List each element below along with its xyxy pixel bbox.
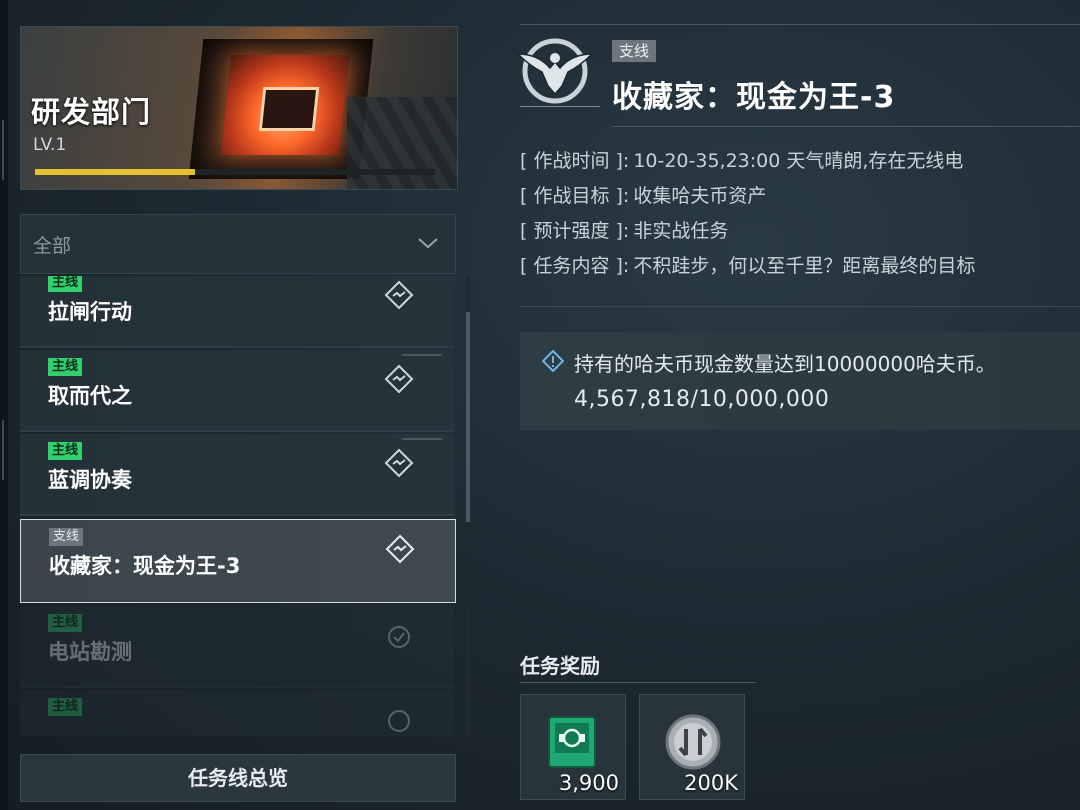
silver-coin-icon bbox=[665, 714, 721, 770]
filter-selected-value: 全部 bbox=[33, 235, 72, 257]
reward-item-1[interactable]: 3,900 bbox=[520, 694, 626, 800]
mission-tag: 主线 bbox=[48, 442, 83, 460]
objective-text: 持有的哈夫币现金数量达到10000000哈夫币。 bbox=[574, 352, 996, 376]
mission-filter-dropdown[interactable]: 全部 bbox=[20, 214, 456, 274]
info-value: 不积跬步，何以至千里？距离最终的目标 bbox=[633, 255, 976, 277]
mission-tag: 主线 bbox=[48, 358, 83, 376]
info-row-intensity: [ 预计强度 ]: 非实战任务 bbox=[520, 216, 1080, 251]
divider bbox=[520, 24, 1080, 25]
department-level-bar-fill bbox=[35, 169, 195, 175]
mission-name: 取而代之 bbox=[48, 384, 132, 408]
edge-tick bbox=[2, 420, 4, 480]
info-row-target: [ 作战目标 ]: 收集哈夫币资产 bbox=[520, 181, 1080, 216]
mission-diamond-icon bbox=[384, 364, 414, 394]
department-image-core bbox=[258, 87, 320, 131]
info-key: [ 预计强度 ]: bbox=[520, 220, 630, 242]
mission-line-overview-button[interactable]: 任务线总览 bbox=[20, 754, 456, 802]
department-card[interactable]: 研发部门 LV.1 bbox=[20, 26, 458, 190]
mission-diamond-icon bbox=[384, 280, 414, 310]
department-image-pattern bbox=[347, 97, 457, 189]
mission-objective: 持有的哈夫币现金数量达到10000000哈夫币。 4,567,818/10,00… bbox=[520, 332, 1080, 430]
divider bbox=[520, 306, 1080, 307]
info-row-content: [ 任务内容 ]: 不积跬步，何以至千里？距离最终的目标 bbox=[520, 251, 1080, 286]
corner-line bbox=[402, 438, 442, 440]
eagle-emblem-icon bbox=[516, 38, 594, 104]
corner-line bbox=[402, 354, 442, 356]
scrollbar-thumb[interactable] bbox=[466, 312, 470, 522]
info-value: 收集哈夫币资产 bbox=[633, 185, 767, 207]
mission-item-5[interactable]: 主线 电站勘测 bbox=[20, 606, 454, 688]
detail-mission-title: 收藏家：现金为王-3 bbox=[612, 80, 896, 115]
mission-tag: 主线 bbox=[48, 614, 83, 632]
department-level-bar bbox=[35, 169, 435, 175]
info-key: [ 作战目标 ]: bbox=[520, 185, 630, 207]
info-value: 非实战任务 bbox=[633, 220, 729, 242]
reward-item-2[interactable]: 200K bbox=[639, 694, 745, 800]
info-value: 10-20-35,23:00 天气晴朗,存在无线电 bbox=[633, 150, 964, 172]
info-key: [ 任务内容 ]: bbox=[520, 255, 630, 277]
green-chip-icon bbox=[548, 716, 596, 768]
mission-item-2[interactable]: 主线 取而代之 bbox=[20, 350, 454, 432]
mission-name: 电站勘测 bbox=[48, 640, 132, 664]
info-key: [ 作战时间 ]: bbox=[520, 150, 630, 172]
completed-check-icon bbox=[388, 626, 410, 648]
mission-tag: 支线 bbox=[49, 528, 84, 546]
divider bbox=[612, 126, 1080, 127]
reward-title: 任务奖励 bbox=[520, 654, 600, 678]
divider bbox=[520, 682, 756, 683]
edge-tick bbox=[2, 120, 4, 180]
completed-check-icon bbox=[388, 710, 410, 732]
divider bbox=[520, 106, 600, 107]
reward-amount: 200K bbox=[684, 771, 738, 795]
mission-diamond-icon bbox=[385, 534, 415, 564]
department-level: LV.1 bbox=[33, 135, 67, 155]
mission-item-3[interactable]: 主线 蓝调协奏 bbox=[20, 434, 454, 516]
mission-diamond-icon bbox=[384, 448, 414, 478]
chevron-down-icon bbox=[418, 238, 438, 249]
mission-name: 拉闸行动 bbox=[48, 300, 132, 324]
mission-tag: 主线 bbox=[48, 698, 83, 716]
reward-amount: 3,900 bbox=[558, 771, 619, 795]
mission-item-6[interactable]: 主线 bbox=[20, 690, 454, 736]
objective-diamond-icon bbox=[542, 350, 564, 372]
department-title: 研发部门 bbox=[31, 95, 152, 129]
mission-list-scrollbar[interactable] bbox=[466, 276, 470, 736]
objective-progress: 4,567,818/10,000,000 bbox=[574, 387, 830, 412]
mission-tag: 主线 bbox=[48, 276, 83, 292]
detail-mission-tag: 支线 bbox=[612, 40, 657, 62]
mission-item-4-selected[interactable]: 支线 收藏家：现金为王-3 bbox=[20, 519, 456, 603]
mission-item-1[interactable]: 主线 拉闸行动 bbox=[20, 276, 454, 348]
mission-name: 蓝调协奏 bbox=[48, 468, 132, 492]
mission-name: 收藏家：现金为王-3 bbox=[49, 554, 241, 578]
mission-list[interactable]: 主线 拉闸行动 主线 取而代之 主线 蓝调协奏 支线 收藏家：现金为王-3 主线… bbox=[20, 276, 456, 736]
info-row-time: [ 作战时间 ]: 10-20-35,23:00 天气晴朗,存在无线电 bbox=[520, 146, 1080, 181]
left-edge-strip bbox=[0, 0, 8, 810]
mission-info: [ 作战时间 ]: 10-20-35,23:00 天气晴朗,存在无线电 [ 作战目… bbox=[520, 146, 1080, 286]
